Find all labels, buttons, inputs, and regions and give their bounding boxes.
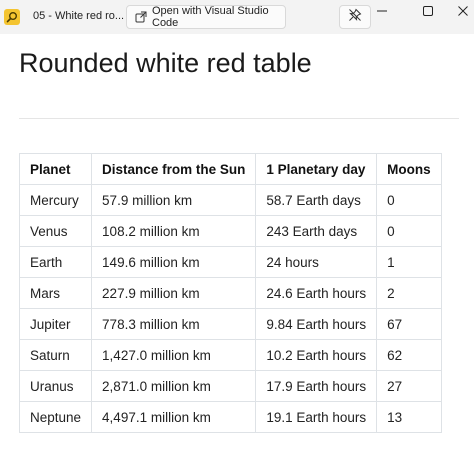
title-bar: 05 - White red ro... Open with Visual St… [0, 0, 474, 34]
maximize-icon [423, 3, 433, 21]
table-cell: 27 [376, 370, 442, 402]
page-title: Rounded white red table [19, 48, 312, 78]
table-row: Uranus 2,871.0 million km 17.9 Earth hou… [18, 370, 442, 402]
table-row: Earth 149.6 million km 24 hours 1 [18, 246, 442, 278]
table-row: Mars 227.9 million km 24.6 Earth hours 2 [18, 277, 442, 309]
table-cell: 2 [376, 277, 442, 309]
table-cell: 19.1 Earth hours [255, 401, 378, 433]
unpin-icon [348, 8, 362, 27]
open-external-icon [135, 11, 147, 23]
maximize-button[interactable] [413, 0, 443, 24]
table-cell: 13 [376, 401, 442, 433]
table-cell: 243 Earth days [255, 215, 378, 247]
table-cell: 1 [376, 246, 442, 278]
table-cell: Jupiter [18, 308, 93, 340]
planets-table: Planet Distance from the Sun 1 Planetary… [18, 153, 442, 433]
table-cell: Venus [18, 215, 93, 247]
table-cell: 1,427.0 million km [91, 339, 257, 371]
search-folder-icon [4, 9, 20, 25]
minimize-button[interactable] [367, 0, 397, 24]
table-cell: Saturn [18, 339, 93, 371]
column-header-distance: Distance from the Sun [91, 153, 257, 185]
table-row: Venus 108.2 million km 243 Earth days 0 [18, 215, 442, 247]
table-cell: 24.6 Earth hours [255, 277, 378, 309]
table-cell: 108.2 million km [91, 215, 257, 247]
table-row: Saturn 1,427.0 million km 10.2 Earth hou… [18, 339, 442, 371]
table-cell: 17.9 Earth hours [255, 370, 378, 402]
heading-divider [19, 118, 459, 119]
table-cell: Mars [18, 277, 93, 309]
close-icon [458, 3, 468, 21]
table-cell: 10.2 Earth hours [255, 339, 378, 371]
open-with-vscode-label: Open with Visual Studio Code [152, 5, 269, 29]
table-header-row: Planet Distance from the Sun 1 Planetary… [18, 153, 442, 185]
window-title: 05 - White red ro... [33, 10, 125, 22]
table-cell: 24 hours [255, 246, 378, 278]
table-cell: Earth [18, 246, 93, 278]
table-row: Neptune 4,497.1 million km 19.1 Earth ho… [18, 401, 442, 433]
column-header-day: 1 Planetary day [255, 153, 378, 185]
open-with-vscode-button[interactable]: Open with Visual Studio Code [126, 5, 286, 29]
table-cell: 9.84 Earth hours [255, 308, 378, 340]
table-cell: 57.9 million km [91, 184, 257, 216]
table-row: Jupiter 778.3 million km 9.84 Earth hour… [18, 308, 442, 340]
table-cell: 778.3 million km [91, 308, 257, 340]
close-button[interactable] [448, 0, 474, 24]
minimize-icon [377, 3, 387, 21]
table-cell: Neptune [18, 401, 93, 433]
table-cell: 2,871.0 million km [91, 370, 257, 402]
table-cell: 0 [376, 215, 442, 247]
table-cell: Uranus [18, 370, 93, 402]
table-cell: 227.9 million km [91, 277, 257, 309]
table-cell: 67 [376, 308, 442, 340]
table-cell: 4,497.1 million km [91, 401, 257, 433]
table-cell: 62 [376, 339, 442, 371]
table-cell: Mercury [18, 184, 93, 216]
table-cell: 58.7 Earth days [255, 184, 378, 216]
column-header-planet: Planet [18, 153, 93, 185]
table-cell: 149.6 million km [91, 246, 257, 278]
table-row: Mercury 57.9 million km 58.7 Earth days … [18, 184, 442, 216]
column-header-moons: Moons [376, 153, 442, 185]
table-cell: 0 [376, 184, 442, 216]
